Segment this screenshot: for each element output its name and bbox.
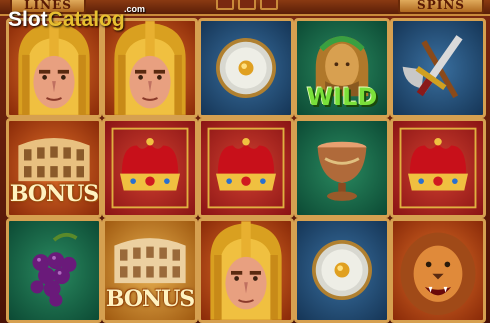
reel-cell-roman-soldier <box>102 18 198 118</box>
reel-cell-goblet <box>294 118 390 218</box>
reel-cell-crown <box>390 118 486 218</box>
reel-cell-crown <box>198 118 294 218</box>
roman-soldier-icon <box>18 21 90 115</box>
shield-icon <box>312 240 372 301</box>
crown-icon <box>111 127 189 209</box>
grapes-icon <box>30 233 78 307</box>
top-ornament <box>260 0 278 10</box>
lion-icon <box>400 232 476 316</box>
wild-label: WILD <box>306 83 378 111</box>
watermark-slot: Slot <box>8 8 48 31</box>
watermark-domain: .com <box>124 4 146 14</box>
crown-icon <box>207 127 285 209</box>
reel-cell-lion <box>390 218 486 323</box>
spins-button[interactable]: SPINS <box>398 0 484 14</box>
bonus-label: BONUS <box>9 181 99 207</box>
reel-cell-grapes <box>6 218 102 323</box>
reel-cell-shield <box>198 18 294 118</box>
reel-cell-axe-and-sword <box>390 18 486 118</box>
reel-cell-crown <box>102 118 198 218</box>
reel-grid: WILD BONUS BONUS <box>0 18 490 323</box>
roman-soldier-icon <box>210 221 282 320</box>
reel-cell-roman-soldier <box>6 18 102 118</box>
bonus-label: BONUS <box>105 286 195 312</box>
reel-cell-bonus: BONUS <box>102 218 198 323</box>
slotcatalog-watermark: SlotCatalog .com <box>8 4 145 32</box>
roman-soldier-icon <box>114 21 186 115</box>
reel-cell-bonus: BONUS <box>6 118 102 218</box>
reel-cell-shield <box>294 218 390 323</box>
top-ornament <box>216 0 234 10</box>
reel-cell-roman-soldier <box>198 218 294 323</box>
shield-icon <box>216 38 276 98</box>
watermark-catalog: Catalog <box>47 8 125 31</box>
slot-game-screen: LINES SPINS SlotCatalog .com WILD BONUS … <box>0 0 490 323</box>
top-ornament <box>238 0 256 10</box>
crown-icon <box>399 127 477 209</box>
axe-and-sword-icon <box>402 35 463 99</box>
goblet-icon <box>317 141 367 201</box>
reel-cell-wild: WILD <box>294 18 390 118</box>
